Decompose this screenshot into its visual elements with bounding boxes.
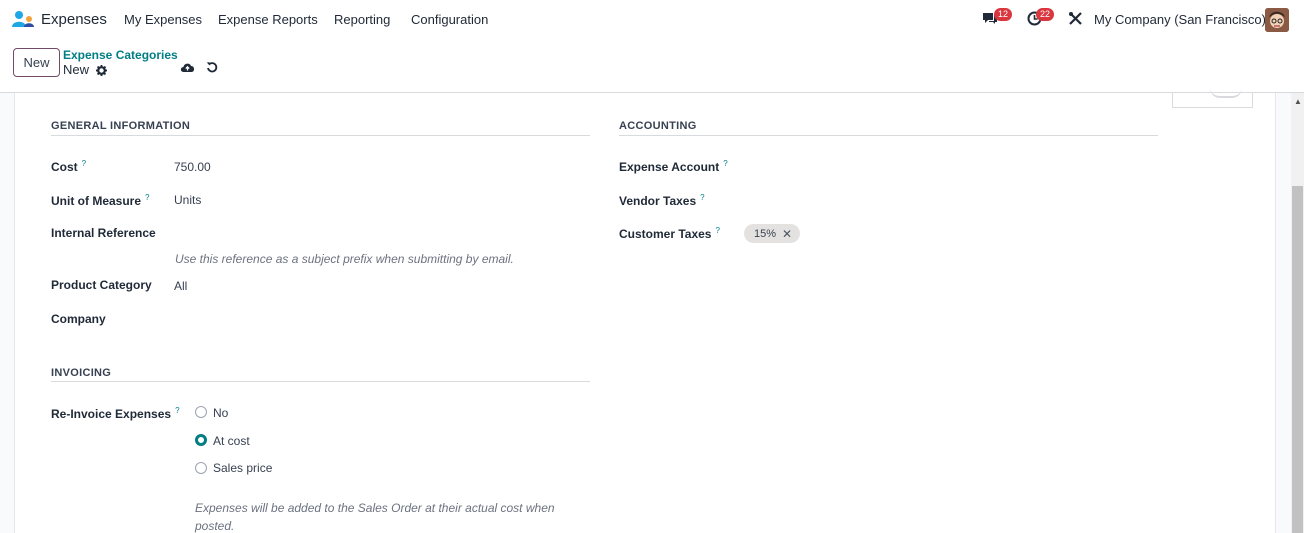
vendor-taxes-label: Vendor Taxes? [619, 193, 705, 208]
help-icon[interactable]: ? [700, 193, 704, 202]
radio-sales-price[interactable] [195, 462, 207, 474]
radio-at-cost[interactable] [195, 434, 207, 446]
internal-reference-hint: Use this reference as a subject prefix w… [175, 252, 514, 266]
radio-at-cost-label[interactable]: At cost [213, 434, 250, 448]
help-icon[interactable]: ? [715, 226, 719, 235]
section-invoicing: INVOICING [51, 367, 112, 379]
gear-icon[interactable] [96, 64, 107, 79]
uom-label: Unit of Measure? [51, 193, 150, 208]
section-accounting: ACCOUNTING [619, 120, 697, 132]
product-category-label: Product Category [51, 278, 152, 292]
customer-tax-tag-label: 15% [754, 227, 777, 240]
remove-tag-icon[interactable]: ✕ [782, 227, 792, 241]
tools-icon[interactable] [1068, 11, 1083, 29]
section-divider [51, 135, 590, 136]
section-general-information: GENERAL INFORMATION [51, 120, 191, 132]
company-label: Company [51, 312, 106, 326]
record-name: New [63, 62, 90, 77]
help-icon[interactable]: ? [145, 193, 149, 202]
scroll-up-arrow-icon[interactable]: ▲ [1294, 97, 1302, 106]
radio-no-label[interactable]: No [213, 406, 228, 420]
reinvoice-hint-line2: posted. [195, 519, 235, 533]
image-placeholder-icon [1210, 88, 1242, 98]
uom-field[interactable]: Units [174, 193, 201, 207]
menu-reporting[interactable]: Reporting [334, 12, 390, 27]
menu-my-expenses[interactable]: My Expenses [124, 12, 202, 27]
product-category-field[interactable]: All [174, 279, 187, 293]
new-button[interactable]: New [13, 48, 60, 77]
radio-sales-price-label[interactable]: Sales price [213, 461, 272, 475]
company-switcher[interactable]: My Company (San Francisco) [1094, 12, 1266, 27]
scrollbar-thumb[interactable] [1292, 186, 1303, 533]
reinvoice-hint-line1: Expenses will be added to the Sales Orde… [195, 501, 555, 515]
cost-label: Cost? [51, 159, 87, 174]
activities-badge: 22 [1036, 8, 1055, 21]
menu-expense-reports[interactable]: Expense Reports [218, 12, 318, 27]
customer-tax-tag: 15% ✕ [744, 224, 801, 243]
menu-configuration[interactable]: Configuration [411, 12, 488, 27]
help-icon[interactable]: ? [723, 159, 727, 168]
expenses-app-icon[interactable] [12, 10, 34, 28]
section-divider [619, 135, 1158, 136]
section-divider [51, 381, 590, 382]
control-panel: New Expense Categories New [0, 39, 1304, 93]
messages-badge: 12 [994, 8, 1013, 21]
user-avatar[interactable] [1265, 8, 1289, 32]
radio-no[interactable] [195, 406, 207, 418]
breadcrumb-expense-categories[interactable]: Expense Categories [63, 48, 178, 62]
help-icon[interactable]: ? [82, 159, 86, 168]
save-cloud-icon[interactable] [180, 61, 195, 76]
discard-undo-icon[interactable] [206, 61, 218, 76]
app-name[interactable]: Expenses [41, 11, 107, 28]
reinvoice-label: Re-Invoice Expenses? [51, 406, 180, 421]
top-navbar: Expenses My Expenses Expense Reports Rep… [0, 0, 1304, 39]
internal-reference-label: Internal Reference [51, 226, 156, 240]
expense-account-label: Expense Account? [619, 159, 728, 174]
customer-taxes-label: Customer Taxes? [619, 226, 720, 241]
cost-field[interactable]: 750.00 [174, 160, 211, 174]
help-icon[interactable]: ? [175, 406, 179, 415]
